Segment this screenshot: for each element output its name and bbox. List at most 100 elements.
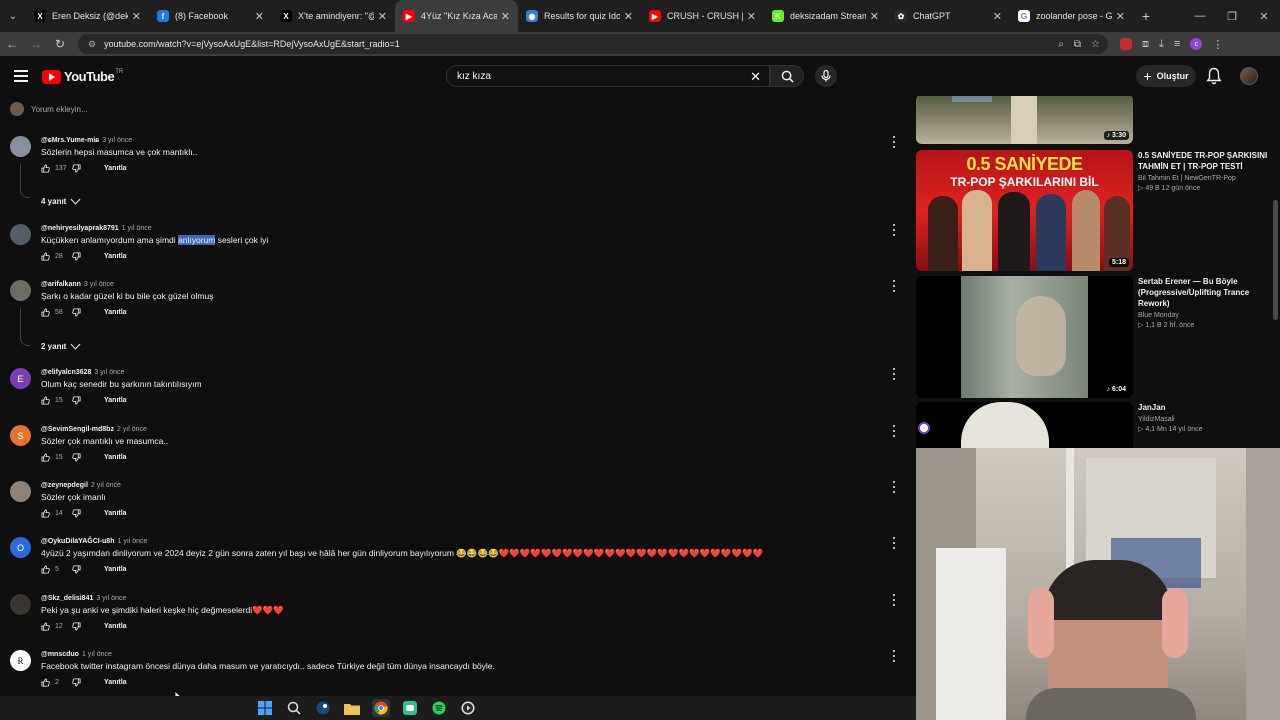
page-scrollbar[interactable] (1273, 200, 1278, 320)
comment-time[interactable]: 1 yıl önce (82, 651, 112, 658)
close-tab-icon[interactable]: ✕ (747, 10, 756, 23)
steam-icon[interactable] (314, 699, 332, 717)
comment-time[interactable]: 1 yıl önce (117, 538, 147, 545)
reload-icon[interactable]: ↻ (48, 32, 72, 56)
video-info[interactable]: Sertab Erener — Bu Böyle (Progressive/Up… (1138, 276, 1268, 329)
replies-toggle[interactable]: 4 yanıt (41, 194, 81, 206)
chrome-icon[interactable] (372, 699, 390, 717)
dislike-icon[interactable] (72, 453, 81, 462)
dislike-icon[interactable] (72, 252, 81, 261)
close-tab-icon[interactable]: ✕ (993, 10, 1002, 23)
comment-time[interactable]: 2 yıl önce (91, 482, 121, 489)
browser-tab[interactable]: ▶ 4Yüz "Kız Kıza Acape ✕ (395, 0, 518, 32)
comment-avatar[interactable]: E (10, 368, 31, 389)
youtube-logo[interactable]: YouTube TR (42, 69, 123, 84)
browser-tab[interactable]: X Eren Deksiz (@deksiz ✕ (26, 0, 149, 32)
maximize-icon[interactable]: ❐ (1216, 0, 1248, 32)
like-icon[interactable] (41, 252, 50, 261)
comment-time[interactable]: 1 yıl önce (122, 225, 152, 232)
reply-button[interactable]: Yanıtla (104, 679, 127, 686)
file-explorer-icon[interactable] (343, 699, 361, 717)
menu-icon[interactable] (14, 70, 28, 82)
comment-avatar[interactable]: O (10, 537, 31, 558)
dislike-icon[interactable] (72, 622, 81, 631)
windows-start-icon[interactable] (256, 699, 274, 717)
reply-button[interactable]: Yanıtla (104, 397, 127, 404)
reply-button[interactable]: Yanıtla (104, 454, 127, 461)
like-icon[interactable] (41, 396, 50, 405)
reply-button[interactable]: Yanıtla (104, 253, 127, 260)
like-icon[interactable] (41, 622, 50, 631)
comment-author[interactable]: @ɕMrs.Yume-miɕ (41, 137, 99, 144)
close-tab-icon[interactable]: ✕ (378, 10, 387, 23)
media-control-icon[interactable]: ≡ (1174, 38, 1180, 50)
extension-adblock-icon[interactable] (1120, 38, 1132, 50)
discord-icon[interactable] (401, 699, 419, 717)
comment-avatar[interactable] (10, 280, 31, 301)
more-options-icon[interactable] (891, 481, 897, 493)
comment-avatar[interactable] (10, 136, 31, 157)
comment-avatar[interactable] (10, 224, 31, 245)
like-icon[interactable] (41, 164, 50, 173)
dislike-icon[interactable] (72, 164, 81, 173)
comment-time[interactable]: 3 yıl önce (94, 369, 124, 376)
new-tab-button[interactable]: + (1133, 8, 1159, 24)
cast-icon[interactable]: ⧉ (1074, 39, 1081, 50)
browser-tab[interactable]: ▶ CRUSH - CRUSH | Go ✕ (641, 0, 764, 32)
comment-avatar[interactable] (10, 481, 31, 502)
channel-name[interactable]: Bil Tahmin Et | NewGenTR-Pop (1138, 175, 1268, 182)
dislike-icon[interactable] (72, 565, 81, 574)
browser-tab[interactable]: Kdeksizadam Stream - ✕ (764, 0, 887, 32)
replies-toggle[interactable]: 2 yanıt (41, 339, 81, 351)
comment-avatar[interactable]: S (10, 425, 31, 446)
like-icon[interactable] (41, 509, 50, 518)
forward-icon[interactable]: → (24, 32, 48, 56)
channel-name[interactable]: Blue Monday (1138, 312, 1268, 319)
comment-author[interactable]: @elifyalcn3628 (41, 369, 91, 376)
more-options-icon[interactable] (891, 136, 897, 148)
more-options-icon[interactable] (891, 368, 897, 380)
video-thumbnail[interactable]: 0.5 SANİYEDE TR-POP ŞARKILARINI BİL 5:18 (916, 150, 1133, 271)
address-bar[interactable]: ⚙ youtube.com/watch?v=ejVysoAxUgE&list=R… (78, 34, 1108, 54)
obs-icon[interactable] (459, 699, 477, 717)
bookmark-star-icon[interactable]: ☆ (1091, 39, 1100, 50)
browser-tab[interactable]: Gzoolander pose - Goo ✕ (1010, 0, 1133, 32)
more-options-icon[interactable] (891, 224, 897, 236)
comment-avatar[interactable]: R (10, 650, 31, 671)
comment-author[interactable]: @arifalkann (41, 281, 81, 288)
more-options-icon[interactable] (891, 537, 897, 549)
comment-time[interactable]: 3 yıl önce (84, 281, 114, 288)
like-icon[interactable] (41, 565, 50, 574)
close-tab-icon[interactable]: ✕ (1116, 10, 1125, 23)
dislike-icon[interactable] (72, 308, 81, 317)
close-tab-icon[interactable]: ✕ (870, 10, 879, 23)
dislike-icon[interactable] (72, 396, 81, 405)
video-info[interactable]: 0.5 SANİYEDE TR-POP ŞARKISINI TAHMİN ET … (1138, 150, 1268, 192)
close-tab-icon[interactable]: ✕ (255, 10, 264, 23)
minimize-icon[interactable]: — (1184, 0, 1216, 32)
reply-button[interactable]: Yanıtla (104, 623, 127, 630)
voice-search-button[interactable] (815, 65, 837, 87)
like-icon[interactable] (41, 453, 50, 462)
close-tab-icon[interactable]: ✕ (624, 10, 633, 23)
video-thumbnail[interactable] (916, 402, 1133, 448)
close-tab-icon[interactable]: ✕ (501, 10, 510, 23)
like-icon[interactable] (41, 678, 50, 687)
browser-tab[interactable]: X X'te amindiyenr: "@d ✕ (272, 0, 395, 32)
dislike-icon[interactable] (72, 678, 81, 687)
comment-avatar[interactable] (10, 594, 31, 615)
account-avatar[interactable] (1240, 67, 1258, 85)
spotify-icon[interactable] (430, 699, 448, 717)
reply-button[interactable]: Yanıtla (104, 165, 127, 172)
video-info[interactable]: JanJan YildizMasali ▷ 4,1 Mn 14 yıl önce (1138, 402, 1268, 433)
browser-tab[interactable]: ✿ ChatGPT ✕ (887, 0, 1010, 32)
video-title[interactable]: 0.5 SANİYEDE TR-POP ŞARKISINI TAHMİN ET … (1138, 150, 1268, 172)
comment-author[interactable]: @nehiryesilyaprak8791 (41, 225, 119, 232)
comment-author[interactable]: @SevimSengil-md8bz (41, 426, 114, 433)
reply-button[interactable]: Yanıtla (104, 510, 127, 517)
browser-tab[interactable]: f (8) Facebook ✕ (149, 0, 272, 32)
tab-search-icon[interactable]: ⌄ (0, 0, 26, 32)
zoom-icon[interactable]: ⌕ (1058, 39, 1064, 50)
clear-search-icon[interactable]: ✕ (750, 69, 761, 85)
back-icon[interactable]: ← (0, 32, 24, 56)
